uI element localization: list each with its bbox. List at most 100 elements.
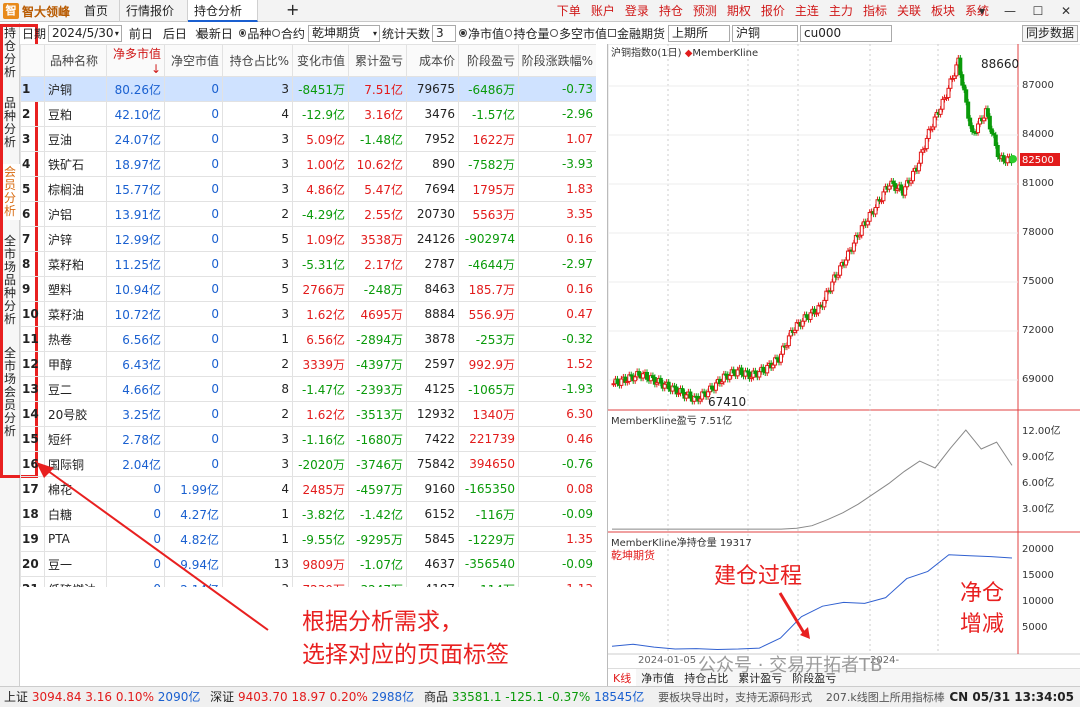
candle[interactable] <box>641 373 646 379</box>
candle[interactable] <box>881 191 886 202</box>
candle[interactable] <box>735 369 740 377</box>
stat-days-select[interactable]: 3 <box>432 24 457 42</box>
candle[interactable] <box>899 184 904 191</box>
latest-day-button[interactable]: 最新日 <box>192 25 238 42</box>
candle[interactable] <box>824 290 829 301</box>
candle[interactable] <box>633 376 638 382</box>
menu-sector[interactable]: 板块 <box>926 0 960 22</box>
close-window-icon[interactable]: ✕ <box>1052 0 1080 22</box>
candle[interactable] <box>873 207 878 215</box>
candle[interactable] <box>970 125 975 133</box>
candle[interactable] <box>658 377 663 384</box>
table-row[interactable]: 13 豆二 4.66亿 0 8 -1.47亿 -2393万 4125 -1065万 -1.93 <box>20 376 596 402</box>
candle[interactable] <box>948 78 953 89</box>
table-row[interactable]: 8 菜籽粕 11.25亿 0 3 -5.31亿 2.17亿 2787 -4644万 -2.97 <box>20 251 596 277</box>
candle[interactable] <box>859 225 864 236</box>
candle[interactable] <box>962 84 967 91</box>
tab-net-value[interactable]: 净市值 <box>636 669 679 687</box>
vtab-position-analysis[interactable]: 持仓分析 <box>0 25 20 81</box>
candle[interactable] <box>958 57 963 76</box>
menu-main-contract[interactable]: 主连 <box>790 0 824 22</box>
col-cum-pnl[interactable]: 累计盈亏 <box>348 44 407 77</box>
pnl-line[interactable] <box>612 429 1013 530</box>
candle[interactable] <box>938 108 943 115</box>
candle[interactable] <box>976 123 981 134</box>
candle[interactable] <box>757 371 762 378</box>
table-row[interactable]: 4 铁矿石 18.97亿 0 3 1.00亿 10.62亿 890 -7582万 -3.93 <box>20 151 596 177</box>
col-index[interactable] <box>20 44 45 77</box>
candle[interactable] <box>615 378 620 384</box>
col-net-short[interactable]: 净空市值 <box>164 44 223 77</box>
candle[interactable] <box>761 366 766 373</box>
table-row[interactable]: 6 沪铝 13.91亿 0 2 -4.29亿 2.55亿 20730 5563万 3.35 <box>20 201 596 227</box>
candle[interactable] <box>964 89 969 103</box>
menu-indicator[interactable]: 指标 <box>858 0 892 22</box>
member-select[interactable]: 乾坤期货 ▾ <box>307 24 380 42</box>
candle[interactable] <box>903 186 908 196</box>
candle[interactable] <box>918 151 923 164</box>
tab-quotes[interactable]: 行情报价 <box>120 0 188 22</box>
candle[interactable] <box>666 381 671 390</box>
date-picker[interactable]: 2024/5/30 ▾ <box>48 24 122 42</box>
candle[interactable] <box>800 320 805 327</box>
add-tab-button[interactable]: + <box>282 0 303 22</box>
exchange-select[interactable]: 上期所 <box>668 24 731 42</box>
menu-quote[interactable]: 报价 <box>756 0 790 22</box>
candle[interactable] <box>924 137 929 150</box>
candle[interactable] <box>688 391 693 399</box>
candle[interactable] <box>911 170 916 182</box>
radio-variety[interactable] <box>238 29 247 37</box>
menu-options[interactable]: 期权 <box>722 0 756 22</box>
tab-home[interactable]: 首页 <box>78 0 120 22</box>
vtab-member-analysis[interactable]: 会员分析 <box>0 164 20 220</box>
candle[interactable] <box>786 335 791 347</box>
candle[interactable] <box>966 101 971 119</box>
sync-data-button[interactable]: 同步数据 <box>1021 24 1078 42</box>
candle[interactable] <box>765 364 770 374</box>
contract-select[interactable]: cu000 <box>800 24 893 42</box>
maximize-icon[interactable]: ☐ <box>1024 0 1052 22</box>
candle[interactable] <box>926 128 931 139</box>
vtab-market-variety-analysis[interactable]: 全市场品种分析 <box>0 233 20 328</box>
dropdown-icon[interactable]: ▾ <box>968 0 996 22</box>
candle[interactable] <box>637 371 642 376</box>
radio-longshort[interactable] <box>550 29 558 37</box>
menu-related[interactable]: 关联 <box>892 0 926 22</box>
candle[interactable] <box>987 115 992 130</box>
table-row[interactable]: 2 豆粕 42.10亿 0 4 -12.9亿 3.16亿 3476 -1.57亿 -2.96 <box>20 101 596 127</box>
menu-login[interactable]: 登录 <box>620 0 654 22</box>
candle[interactable] <box>940 98 945 110</box>
menu-position[interactable]: 持仓 <box>654 0 688 22</box>
candle[interactable] <box>968 117 973 127</box>
candle[interactable] <box>619 378 624 386</box>
minimize-icon[interactable]: — <box>996 0 1024 22</box>
candle[interactable] <box>830 281 835 292</box>
radio-position[interactable] <box>504 29 513 37</box>
table-row[interactable]: 3 豆油 24.07亿 0 3 5.09亿 -1.48亿 7952 1622万 1.07 <box>20 126 596 152</box>
table-row[interactable]: 7 沪锌 12.99亿 0 5 1.09亿 3538万 24126 -902974 0.16 <box>20 226 596 252</box>
candle[interactable] <box>816 305 821 314</box>
vtab-market-member-analysis[interactable]: 全市场会员分析 <box>0 345 20 440</box>
col-net-long[interactable]: 净多市值↓ <box>106 44 165 77</box>
radio-contract[interactable] <box>272 29 280 37</box>
tab-position-analysis[interactable]: 持仓分析 × <box>188 0 258 40</box>
candle[interactable] <box>960 74 965 86</box>
candle[interactable] <box>808 312 813 320</box>
menu-main-force[interactable]: 主力 <box>824 0 858 22</box>
candle[interactable] <box>867 211 872 222</box>
candle[interactable] <box>822 299 827 308</box>
next-day-button[interactable]: 后日 <box>158 25 192 42</box>
candle[interactable] <box>662 383 667 389</box>
candle[interactable] <box>993 134 998 147</box>
candle[interactable] <box>844 259 849 266</box>
table-row[interactable]: 5 棕榈油 15.77亿 0 3 4.86亿 5.47亿 7694 1795万 1.83 <box>20 176 596 202</box>
prev-day-button[interactable]: 前日 <box>124 25 158 42</box>
vtab-variety-analysis[interactable]: 品种分析 <box>0 95 20 151</box>
candle[interactable] <box>684 394 689 399</box>
table-row[interactable]: 10 菜籽油 10.72亿 0 3 1.62亿 4695万 8884 556.9万 0.47 <box>20 301 596 327</box>
radio-net-value[interactable] <box>459 29 467 37</box>
table-row[interactable]: 1 沪铜 80.26亿 0 3 -8451万 7.51亿 79675 -6486万 -0.73 <box>20 76 596 102</box>
candle[interactable] <box>838 265 843 276</box>
tab-kline[interactable]: K线 <box>608 669 637 687</box>
candle[interactable] <box>946 87 951 99</box>
